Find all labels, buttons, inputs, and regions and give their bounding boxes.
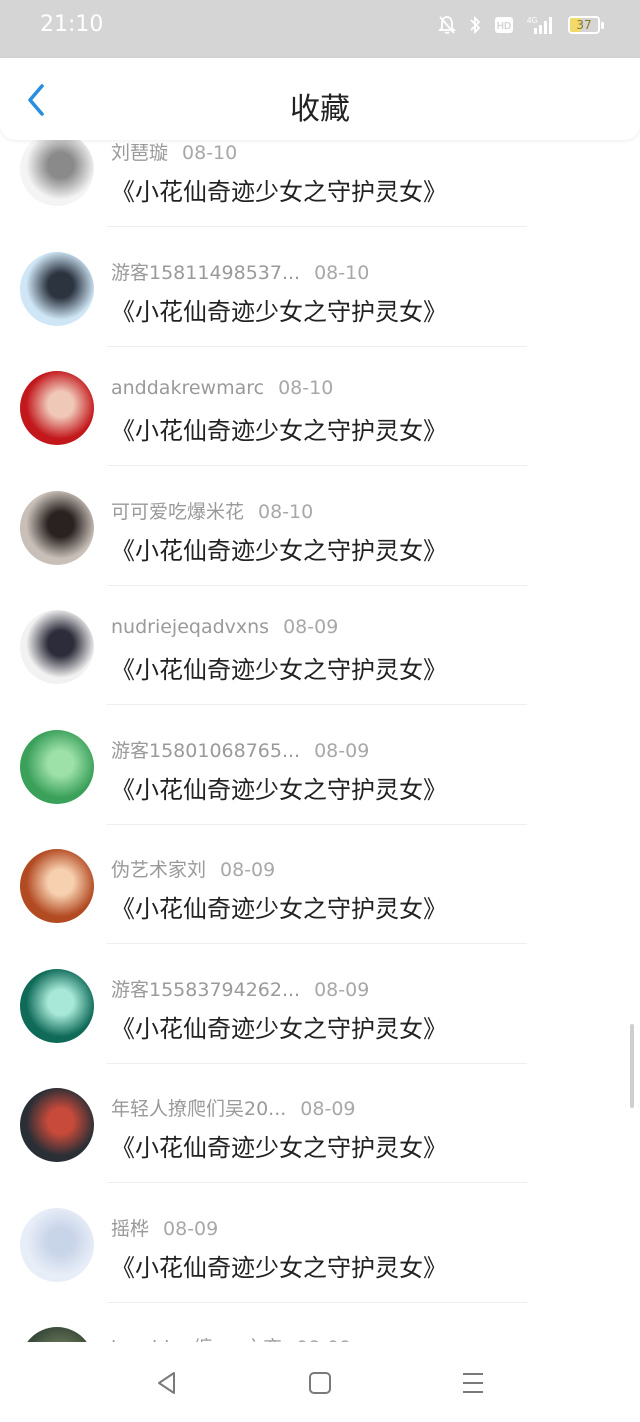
mute-bell-icon — [438, 15, 456, 35]
avatar[interactable] — [20, 610, 94, 684]
avatar[interactable] — [20, 140, 94, 206]
favorite-item[interactable]: anddakrewmarc 08-10 《小花仙奇迹少女之守护灵女》 — [0, 320, 640, 466]
navigation-bar — [0, 1342, 640, 1422]
date: 08-10 — [182, 142, 238, 164]
item-meta: 游客15583794262... 08-09 — [111, 975, 369, 1002]
favorite-item[interactable]: 刘琶璇 08-10 《小花仙奇迹少女之守护灵女》 — [0, 140, 640, 227]
username[interactable]: anddakrewmarc — [111, 377, 264, 399]
favorite-item[interactable]: 游客15583794262... 08-09 《小花仙奇迹少女之守护灵女》 — [0, 918, 640, 1064]
item-meta: 游客15811498537... 08-10 — [111, 258, 369, 285]
username[interactable]: 游客15811498537... — [111, 262, 300, 284]
username[interactable]: 伪艺术家刘 — [111, 859, 206, 881]
username[interactable]: 刘琶璇 — [111, 142, 168, 164]
favorite-item[interactable]: 游客15811498537... 08-10 《小花仙奇迹少女之守护灵女》 — [0, 201, 640, 347]
signal-icon: 4G — [526, 15, 556, 35]
username[interactable]: 游客15801068765... — [111, 740, 300, 762]
favorite-item[interactable]: 摇桦 08-09 《小花仙奇迹少女之守护灵女》 — [0, 1157, 640, 1303]
nav-back-icon — [158, 1372, 175, 1394]
date: 08-10 — [258, 501, 314, 523]
status-icons: HD 4G 37 — [438, 15, 604, 35]
network-type-label: 4G — [527, 16, 538, 25]
date: 08-09 — [220, 859, 276, 881]
favorite-item[interactable]: 游客15801068765... 08-09 《小花仙奇迹少女之守护灵女》 — [0, 679, 640, 825]
date: 08-09 — [283, 616, 339, 638]
username[interactable]: 游客15583794262... — [111, 979, 300, 1001]
date: 08-09 — [314, 979, 370, 1001]
item-meta: 可可爱吃爆米花 08-10 — [111, 497, 313, 524]
date: 08-10 — [314, 262, 370, 284]
avatar[interactable] — [20, 849, 94, 923]
avatar[interactable] — [20, 371, 94, 445]
date: 08-09 — [300, 1098, 356, 1120]
status-time: 21:10 — [40, 12, 104, 37]
battery-level: 37 — [576, 18, 592, 32]
nav-menu-icon — [463, 1373, 483, 1393]
avatar[interactable] — [20, 491, 94, 565]
item-meta: nudriejeqadvxns 08-09 — [111, 616, 338, 638]
svg-text:HD: HD — [497, 21, 511, 32]
favorite-item[interactable]: 伪艺术家刘 08-09 《小花仙奇迹少女之守护灵女》 — [0, 798, 640, 944]
item-meta: 伪艺术家刘 08-09 — [111, 855, 275, 882]
avatar[interactable] — [20, 1088, 94, 1162]
scrollbar[interactable] — [630, 1024, 634, 1108]
username[interactable]: 年轻人撩爬们吴20... — [111, 1098, 286, 1120]
nav-home-icon — [309, 1372, 331, 1394]
favorite-item[interactable]: nudriejeqadvxns 08-09 《小花仙奇迹少女之守护灵女》 — [0, 559, 640, 705]
item-meta: 刘琶璇 08-10 — [111, 140, 237, 165]
favorites-list: 刘琶璇 08-10 《小花仙奇迹少女之守护灵女》 游客15811498537... 08… — [0, 140, 640, 1342]
avatar[interactable] — [20, 730, 94, 804]
nav-home-button[interactable] — [303, 1366, 337, 1400]
username[interactable]: 摇桦 — [111, 1218, 149, 1240]
nav-back-button[interactable] — [150, 1366, 184, 1400]
battery-icon: 37 — [568, 16, 604, 34]
username[interactable]: nudriejeqadvxns — [111, 616, 269, 638]
item-meta: anddakrewmarc 08-10 — [111, 377, 333, 399]
date: 08-10 — [278, 377, 334, 399]
hd-icon: HD — [494, 16, 514, 34]
avatar[interactable] — [20, 1208, 94, 1282]
username[interactable]: 可可爱吃爆米花 — [111, 501, 244, 523]
status-bar: 21:10 HD 4G 37 — [0, 0, 640, 58]
bluetooth-icon — [468, 15, 482, 35]
page-title: 收藏 — [290, 92, 350, 127]
date: 08-09 — [314, 740, 370, 762]
item-meta: laughing缠ger之恋08-09 — [111, 1333, 351, 1342]
avatar[interactable] — [20, 969, 94, 1043]
date: 08-09 — [163, 1218, 219, 1240]
avatar[interactable] — [20, 1327, 94, 1342]
item-meta: 年轻人撩爬们吴20... 08-09 — [111, 1094, 356, 1121]
favorite-item[interactable]: 可可爱吃爆米花 08-10 《小花仙奇迹少女之守护灵女》 — [0, 440, 640, 586]
favorite-item[interactable]: 年轻人撩爬们吴20... 08-09 《小花仙奇迹少女之守护灵女》 — [0, 1037, 640, 1183]
header: 收藏 — [0, 58, 640, 140]
nav-menu-button[interactable] — [456, 1366, 490, 1400]
item-meta: 摇桦 08-09 — [111, 1214, 218, 1241]
item-meta: 游客15801068765... 08-09 — [111, 736, 369, 763]
avatar[interactable] — [20, 252, 94, 326]
favorite-item[interactable]: laughing缠ger之恋08-09 — [0, 1276, 640, 1342]
